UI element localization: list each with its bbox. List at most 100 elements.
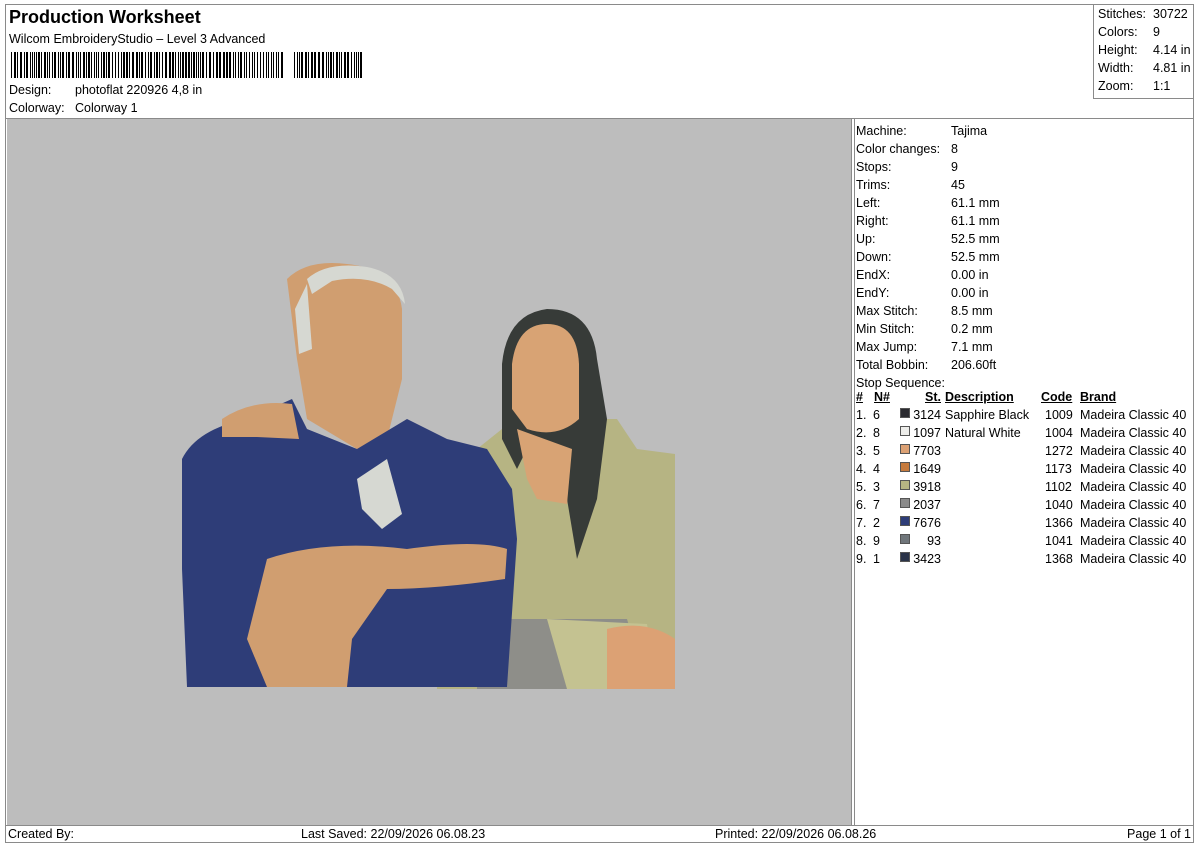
barcode-bar	[326, 52, 327, 78]
worksheet-frame: Production Worksheet Wilcom EmbroiderySt…	[5, 4, 1194, 843]
barcode-bar	[202, 52, 204, 78]
seq-code: 1173	[1045, 462, 1072, 476]
col-head-brand: Brand	[1080, 390, 1117, 404]
barcode-bar	[301, 52, 303, 78]
seq-needle: 4	[873, 462, 880, 476]
barcode-bar	[314, 52, 316, 78]
seq-stitches: 3124	[913, 408, 941, 422]
info-value: 52.5 mm	[951, 232, 1000, 246]
sequence-row: 5. 3 3918 1102 Madeira Classic 40	[856, 480, 1193, 498]
seq-needle: 7	[873, 498, 880, 512]
barcode-bar	[169, 52, 171, 78]
seq-brand: Madeira Classic 40	[1080, 444, 1187, 458]
barcode-bar	[226, 52, 228, 78]
design-preview	[7, 119, 851, 825]
stat-label: Width:	[1098, 61, 1134, 75]
info-row: EndX: 0.00 in	[856, 268, 989, 282]
thread-color-swatch	[900, 480, 910, 490]
sequence-row: 8. 9 93 1041 Madeira Classic 40	[856, 534, 1193, 552]
info-row: Max Jump: 7.1 mm	[856, 340, 993, 354]
barcode-bar	[240, 52, 242, 78]
barcode-bar	[188, 52, 190, 78]
barcode-image	[11, 52, 362, 78]
seq-brand: Madeira Classic 40	[1080, 498, 1187, 512]
barcode-bar	[175, 52, 176, 78]
barcode-bar	[123, 52, 125, 78]
barcode-bar	[196, 52, 197, 78]
info-row: EndY: 0.00 in	[856, 286, 989, 300]
barcode-bar	[24, 52, 25, 78]
barcode-bar	[41, 52, 42, 78]
barcode-bar	[257, 52, 258, 78]
seq-needle: 1	[873, 552, 880, 566]
seq-stitches: 3918	[913, 480, 941, 494]
info-row: Machine: Tajima	[856, 124, 987, 138]
seq-num: 3.	[856, 444, 867, 458]
sequence-row: 2. 8 1097 Natural White 1004 Madeira Classic …	[856, 426, 1193, 444]
seq-code: 1041	[1045, 534, 1073, 548]
barcode-bar	[182, 52, 184, 78]
barcode-bar	[145, 52, 146, 78]
stat-value: 9	[1153, 25, 1160, 39]
barcode-bar	[266, 52, 267, 78]
seq-stitches: 1097	[913, 426, 941, 440]
barcode-bar	[206, 52, 207, 78]
seq-needle: 9	[873, 534, 880, 548]
info-row: Min Stitch: 0.2 mm	[856, 322, 993, 336]
info-label: Max Jump:	[856, 340, 918, 354]
info-row: Down: 52.5 mm	[856, 250, 1000, 264]
info-label: Stops:	[856, 160, 892, 174]
seq-num: 1.	[856, 408, 867, 422]
seq-code: 1040	[1045, 498, 1073, 512]
barcode-bar	[30, 52, 31, 78]
seq-brand: Madeira Classic 40	[1080, 516, 1187, 530]
stat-zoom: Zoom: 1:1	[1098, 79, 1170, 93]
col-head-stitches: St.	[925, 390, 941, 404]
colorway-label: Colorway:	[9, 101, 65, 115]
seq-needle: 8	[873, 426, 880, 440]
stat-value: 4.14 in	[1153, 43, 1191, 57]
barcode-bar	[336, 52, 338, 78]
barcode-bar	[330, 52, 332, 78]
info-label: EndY:	[856, 286, 890, 300]
seq-num: 6.	[856, 498, 867, 512]
col-head-num: #	[856, 390, 863, 404]
col-head-code: Code	[1041, 390, 1073, 404]
barcode-bar	[72, 52, 74, 78]
barcode-bar	[229, 52, 231, 78]
info-label: Machine:	[856, 124, 907, 138]
barcode-bar	[58, 52, 59, 78]
sequence-row: 1. 6 3124 Sapphire Black 1009 Madeira Classic…	[856, 408, 1193, 426]
barcode-bar	[88, 52, 90, 78]
stat-height: Height: 4.14 in	[1098, 43, 1191, 57]
barcode-bar	[249, 52, 250, 78]
info-row: Max Stitch: 8.5 mm	[856, 304, 993, 318]
seq-code: 1004	[1045, 426, 1073, 440]
design-value: photoflat 220926 4,8 in	[75, 83, 203, 97]
barcode-bar	[141, 52, 143, 78]
seq-brand: Madeira Classic 40	[1080, 408, 1187, 422]
barcode-bar	[108, 52, 110, 78]
barcode-bar	[47, 52, 48, 78]
barcode-bar	[219, 52, 221, 78]
info-label: Total Bobbin:	[856, 358, 929, 372]
stop-sequence-label: Stop Sequence:	[856, 376, 945, 390]
machine-info-panel: Machine: Tajima Color changes: 8 Stops: 9 T…	[855, 119, 1193, 825]
info-row: Up: 52.5 mm	[856, 232, 1000, 246]
seq-num: 7.	[856, 516, 867, 530]
barcode-bar	[38, 52, 40, 78]
thread-color-swatch	[900, 498, 910, 508]
info-value: 0.00 in	[951, 286, 989, 300]
stat-colors: Colors: 9	[1098, 25, 1160, 39]
barcode-bar	[14, 52, 16, 78]
design-label: Design:	[9, 83, 52, 97]
barcode-bar	[209, 52, 211, 78]
barcode-bar	[115, 52, 116, 78]
barcode-bar	[156, 52, 158, 78]
embroidery-design-image	[182, 263, 675, 689]
info-label: Min Stitch:	[856, 322, 915, 336]
stat-label: Colors:	[1098, 25, 1138, 39]
info-label: Left:	[856, 196, 881, 210]
seq-code: 1368	[1045, 552, 1073, 566]
barcode-bar	[322, 52, 324, 78]
